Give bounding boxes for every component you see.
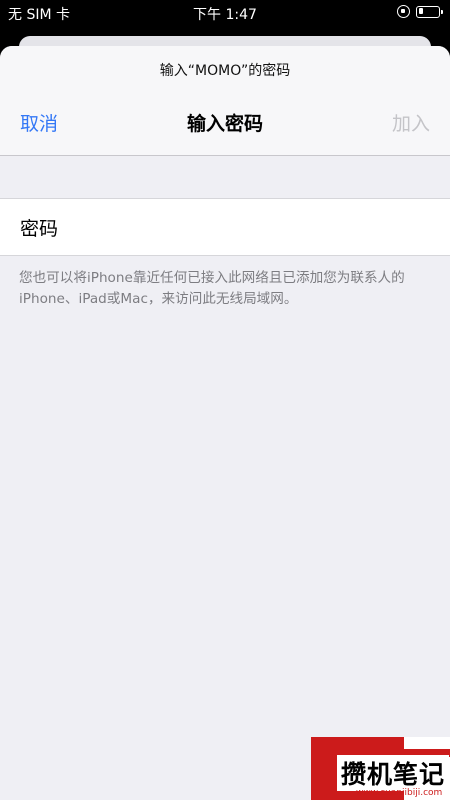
hint-text: 您也可以将iPhone靠近任何已接入此网络且已添加您为联系人的iPhone、iP… xyxy=(19,270,405,307)
status-icons xyxy=(397,5,443,18)
watermark-text: 攒机笔记 xyxy=(337,755,450,791)
password-field[interactable] xyxy=(90,207,434,247)
watermark-logo: 攒机笔记 www.cuanjibiji.com xyxy=(311,737,450,800)
battery-icon xyxy=(416,5,443,18)
navigation-bar: 输入“MOMO”的密码 取消 输入密码 加入 xyxy=(0,46,450,156)
password-label: 密码 xyxy=(20,217,59,240)
password-row[interactable]: 密码 xyxy=(0,198,450,256)
status-time: 下午 1:47 xyxy=(193,7,257,23)
password-sheet: 输入“MOMO”的密码 取消 输入密码 加入 密码 您也可以将iPhone靠近任… xyxy=(0,46,450,800)
join-button[interactable]: 加入 xyxy=(392,109,430,136)
orientation-lock-icon xyxy=(397,5,410,18)
screen: 无 SIM 卡 下午 1:47 输入“MOMO”的密码 取消 输入密码 加入 密… xyxy=(0,0,450,800)
network-prompt: 输入“MOMO”的密码 xyxy=(159,63,291,79)
page-title: 输入密码 xyxy=(186,113,263,135)
watermark-url: www.cuanjibiji.com xyxy=(356,788,443,798)
status-bar: 无 SIM 卡 下午 1:47 xyxy=(0,0,450,26)
